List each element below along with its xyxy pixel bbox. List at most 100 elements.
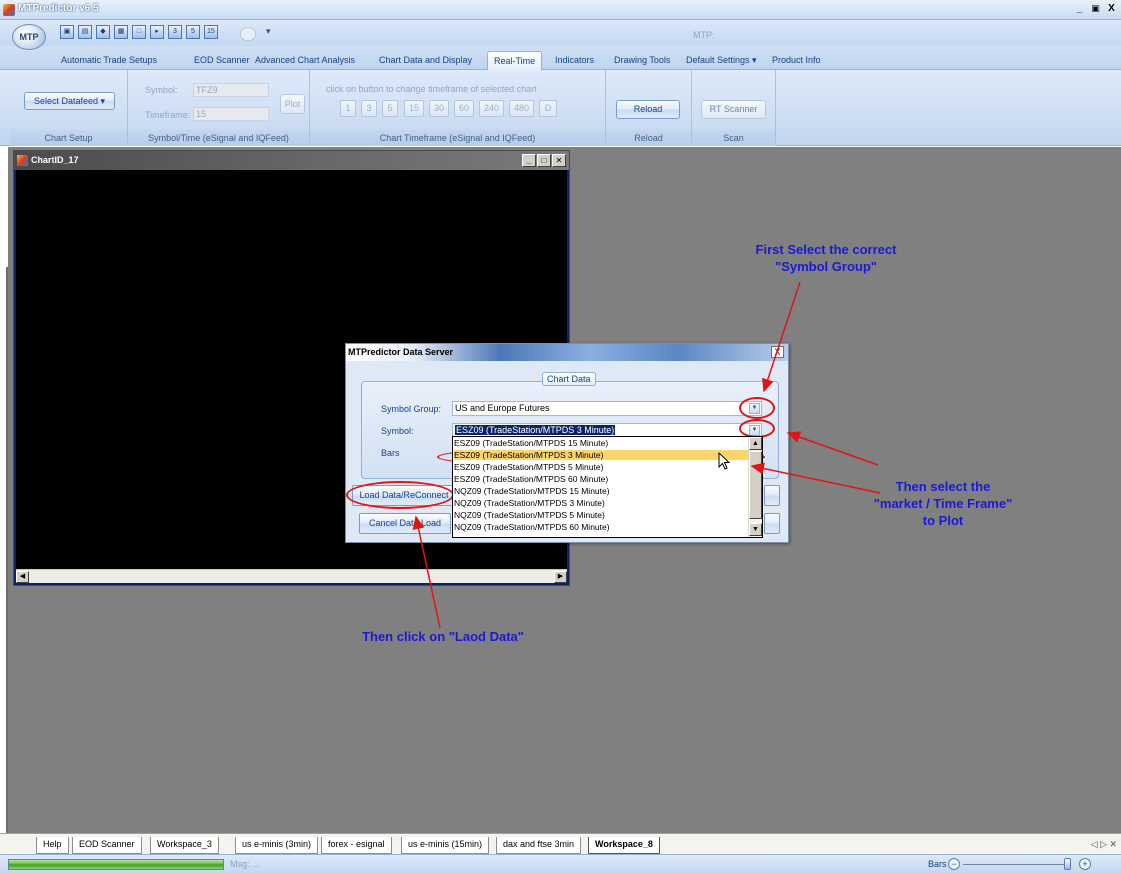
group-label-chart-timeframe: Chart Timeframe (eSignal and IQFeed)	[310, 130, 605, 146]
minimize-button[interactable]: _	[1072, 2, 1087, 16]
tf-30-button[interactable]: 30	[429, 100, 449, 117]
dropdown-item[interactable]: ESZ09 (TradeStation/MTPDS 5 Minute)	[454, 462, 603, 472]
status-message: Msg: ...	[230, 859, 260, 869]
close-button[interactable]: X	[1104, 2, 1119, 16]
tab-default-settings[interactable]: Default Settings ▾	[686, 55, 757, 66]
tf-1-button[interactable]: 1	[340, 100, 356, 117]
dropdown-scrollbar[interactable]: ▲ ▼	[748, 437, 762, 537]
timeframe-hint: click on button to change timeframe of s…	[326, 84, 537, 94]
customize-quick-access-icon[interactable]: ▾	[266, 26, 271, 37]
tab-product-info[interactable]: Product Info	[772, 55, 821, 65]
group-label-scan: Scan	[692, 130, 775, 146]
scroll-thumb[interactable]	[749, 451, 762, 519]
app-icon	[3, 4, 15, 16]
group-label-chart-setup: Chart Setup	[10, 130, 127, 146]
tab-eod-scanner[interactable]: EOD Scanner	[194, 55, 250, 65]
tab-indicators[interactable]: Indicators	[555, 55, 594, 65]
cancel-data-load-button[interactable]: Cancel Data Load	[359, 513, 451, 534]
window-icon[interactable]: □	[132, 25, 146, 39]
dropdown-item[interactable]: NQZ09 (TradeStation/MTPDS 5 Minute)	[454, 510, 605, 520]
dropdown-item[interactable]: ESZ09 (TradeStation/MTPDS 60 Minute)	[454, 474, 608, 484]
symbol-field[interactable]: TFZ9	[193, 83, 269, 97]
symbol-group-highlight-ring	[739, 397, 775, 419]
zoom-slider-track[interactable]	[963, 864, 1067, 865]
timeframe-15-icon[interactable]: 15	[204, 25, 218, 39]
group-reload: Reload Reload	[606, 70, 692, 146]
symbol-dropdown-list[interactable]: ESZ09 (TradeStation/MTPDS 15 Minute) ESZ…	[452, 436, 763, 538]
scroll-left-icon[interactable]: ◀	[16, 571, 29, 583]
tab-scroll-controls[interactable]: ◁ ▷ ✕	[1091, 839, 1117, 850]
tab-automatic-trade-setups[interactable]: Automatic Trade Setups	[61, 55, 157, 65]
tab-us-eminis-3min[interactable]: us e-minis (3min)	[235, 837, 319, 854]
tf-5-button[interactable]: 5	[382, 100, 398, 117]
symbol-group-combo[interactable]: US and Europe Futures ▼	[452, 401, 762, 416]
chart-horizontal-scrollbar[interactable]: ◀ ▶	[16, 569, 567, 583]
dialog-side-button-1[interactable]	[764, 485, 780, 506]
window-controls: _ ▣ X	[1072, 2, 1119, 16]
tf-240-button[interactable]: 240	[479, 100, 504, 117]
group-chart-timeframe: click on button to change timeframe of s…	[310, 70, 606, 146]
timeframe-5-icon[interactable]: 5	[186, 25, 200, 39]
zoom-in-button[interactable]: +	[1079, 858, 1091, 870]
tab-workspace-3[interactable]: Workspace_3	[150, 837, 219, 854]
chart-minimize-button[interactable]: _	[522, 154, 536, 167]
rt-scanner-button[interactable]: RT Scanner	[701, 100, 766, 119]
app-title: MTPredictor v6.5	[18, 3, 99, 14]
group-label-reload: Reload	[606, 130, 691, 146]
tf-60-button[interactable]: 60	[454, 100, 474, 117]
tab-workspace-8[interactable]: Workspace_8	[588, 837, 660, 854]
tab-real-time[interactable]: Real-Time	[487, 51, 543, 70]
scroll-right-icon[interactable]: ▶	[554, 571, 567, 583]
tab-us-eminis-15min[interactable]: us e-minis (15min)	[401, 837, 490, 854]
dropdown-item-selected[interactable]: ESZ09 (TradeStation/MTPDS 3 Minute)	[454, 450, 748, 460]
tab-dax-ftse-3min[interactable]: dax and ftse 3min	[496, 837, 582, 854]
dialog-side-button-2[interactable]	[764, 513, 780, 534]
scroll-down-icon[interactable]: ▼	[749, 523, 762, 536]
application-orb-button[interactable]: MTP	[12, 24, 46, 50]
dropdown-item[interactable]: ESZ09 (TradeStation/MTPDS 15 Minute)	[454, 438, 608, 448]
new-chart-icon[interactable]: ◆	[96, 25, 110, 39]
dialog-titlebar[interactable]: MTPredictor Data Server X	[346, 344, 788, 361]
timeframe-field[interactable]: 15	[193, 107, 269, 121]
tab-eod-scanner-workspace[interactable]: EOD Scanner	[72, 837, 142, 854]
tab-forex-esignal[interactable]: forex - esignal	[321, 837, 392, 854]
plot-button[interactable]: Plot	[280, 94, 305, 114]
workspace-title: MTP:	[693, 30, 715, 40]
select-datafeed-button[interactable]: Select Datafeed ▾	[24, 92, 115, 110]
load-button-highlight-ring	[346, 481, 454, 509]
tab-drawing-tools[interactable]: Drawing Tools	[614, 55, 670, 65]
tf-3-button[interactable]: 3	[361, 100, 377, 117]
chart-window-controls: _ □ ✕	[522, 154, 566, 167]
bars-zoom-label: Bars	[928, 859, 947, 869]
dropdown-item[interactable]: NQZ09 (TradeStation/MTPDS 15 Minute)	[454, 486, 610, 496]
zoom-out-button[interactable]: −	[948, 858, 960, 870]
workspace-tab-bar: Help EOD Scanner Workspace_3 us e-minis …	[0, 833, 1121, 854]
export-icon[interactable]: ▸	[150, 25, 164, 39]
timeframe-3-icon[interactable]: 3	[168, 25, 182, 39]
save-icon[interactable]: ▣	[60, 25, 74, 39]
layout-icon[interactable]: ▦	[114, 25, 128, 39]
status-bar: Msg: ... Bars − +	[0, 854, 1121, 873]
dropdown-item[interactable]: NQZ09 (TradeStation/MTPDS 3 Minute)	[454, 498, 605, 508]
chart-maximize-button[interactable]: □	[537, 154, 551, 167]
symbol-label-dialog: Symbol:	[381, 426, 414, 436]
tab-chart-data-and-display[interactable]: Chart Data and Display	[379, 55, 472, 65]
chart-data-legend: Chart Data	[542, 372, 596, 386]
tf-480-button[interactable]: 480	[509, 100, 534, 117]
tab-advanced-chart-analysis[interactable]: Advanced Chart Analysis	[255, 55, 355, 65]
scroll-up-icon[interactable]: ▲	[749, 437, 762, 450]
chart-window-title: ChartID_17	[31, 155, 79, 165]
dropdown-item[interactable]: NQZ09 (TradeStation/MTPDS 60 Minute)	[454, 522, 610, 532]
restore-button[interactable]: ▣	[1088, 2, 1103, 16]
tf-daily-button[interactable]: D	[539, 100, 557, 117]
tf-15-button[interactable]: 15	[404, 100, 424, 117]
open-icon[interactable]: ▤	[78, 25, 92, 39]
mouse-cursor-icon	[718, 452, 731, 470]
zoom-slider-thumb[interactable]	[1064, 858, 1071, 870]
chart-close-button[interactable]: ✕	[552, 154, 566, 167]
dialog-close-button[interactable]: X	[771, 346, 784, 358]
chart-window-titlebar[interactable]: ChartID_17 _ □ ✕	[14, 151, 569, 170]
tab-help[interactable]: Help	[36, 837, 69, 854]
reload-button[interactable]: Reload	[616, 100, 680, 119]
dialog-title: MTPredictor Data Server	[348, 347, 454, 357]
